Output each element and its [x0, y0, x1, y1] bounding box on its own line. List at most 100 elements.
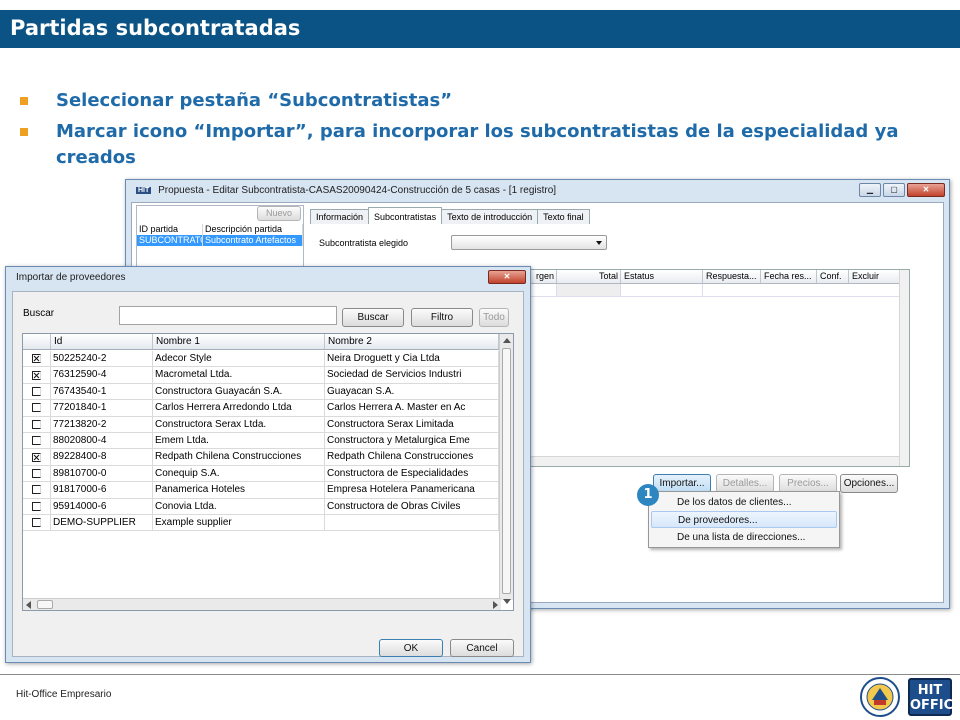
ok-button[interactable]: OK — [379, 639, 443, 657]
bullet-square-icon — [20, 97, 28, 105]
column-header[interactable]: Conf. — [817, 270, 849, 283]
scroll-thumb[interactable] — [502, 348, 511, 594]
column-header[interactable]: Total — [557, 270, 621, 283]
table-row[interactable]: 76743540-1 Constructora Guayacán S.A. Guay… — [23, 383, 499, 401]
row-checkbox[interactable] — [32, 436, 41, 446]
logo-text: HIT OFFICE — [910, 683, 960, 713]
table-row[interactable]: 77201840-1 Carlos Herrera Arredondo Ltda C… — [23, 400, 499, 417]
horizontal-scrollbar[interactable] — [23, 598, 501, 610]
footer-text: Hit-Office Empresario — [16, 689, 112, 700]
todo-button[interactable]: Todo — [479, 308, 509, 327]
vertical-scrollbar[interactable] — [499, 334, 513, 604]
scroll-down-icon[interactable] — [503, 599, 511, 604]
column-header-nombre1[interactable]: Nombre 1 — [153, 334, 325, 349]
row-checkbox[interactable] — [32, 419, 41, 429]
table-row[interactable]: 88020800-4 Emem Ltda. Constructora y Metal… — [23, 433, 499, 450]
cell-id: 77213820-2 — [51, 416, 153, 432]
select-cell — [23, 383, 51, 400]
table-row[interactable]: 76312590-4 Macrometal Ltda. Sociedad de Se… — [23, 367, 499, 384]
select-cell — [23, 515, 51, 531]
select-cell — [23, 465, 51, 482]
select-cell — [23, 482, 51, 498]
column-header[interactable]: ID partida — [137, 224, 203, 235]
column-header[interactable]: rgen — [533, 270, 557, 283]
slide-title: Partidas subcontratadas — [10, 16, 301, 40]
table-row[interactable]: 50225240-2 Adecor Style Neira Droguett y C… — [23, 351, 499, 368]
select-cell — [23, 433, 51, 449]
table-row[interactable]: 91817000-6 Panamerica Hoteles Empresa Hote… — [23, 482, 499, 499]
menu-item-direcciones[interactable]: De una lista de direcciones... — [651, 529, 837, 546]
tab-texto-introduccion[interactable]: Texto de introducción — [441, 209, 539, 224]
tab-informacion[interactable]: Información — [310, 209, 370, 224]
column-header[interactable]: Respuesta... — [703, 270, 761, 283]
column-header[interactable]: Fecha res... — [761, 270, 817, 283]
vertical-scrollbar[interactable] — [899, 270, 909, 466]
table-row[interactable]: 77213820-2 Constructora Serax Ltda. Constr… — [23, 416, 499, 433]
cancel-button[interactable]: Cancel — [450, 639, 514, 657]
scroll-thumb[interactable] — [37, 600, 53, 609]
cell-nombre2: Redpath Chilena Construcciones — [325, 449, 499, 465]
row-checkbox[interactable] — [32, 485, 41, 495]
search-input[interactable] — [119, 306, 337, 325]
table-row[interactable]: 95914000-6 Conovia Ltda. Constructora de O… — [23, 498, 499, 515]
table-row[interactable]: 89810700-0 Conequip S.A. Constructora de E… — [23, 465, 499, 483]
window-title: Propuesta - Editar Subcontratista-CASAS2… — [158, 185, 557, 196]
scroll-left-icon[interactable] — [26, 601, 31, 609]
select-column-header — [23, 334, 51, 349]
window-titlebar: HIT Propuesta - Editar Subcontratista-CA… — [126, 180, 949, 202]
column-header-id[interactable]: Id — [51, 334, 153, 349]
row-checkbox[interactable] — [32, 452, 41, 462]
scroll-right-icon[interactable] — [493, 601, 498, 609]
tab-subcontratistas[interactable]: Subcontratistas — [368, 207, 443, 224]
partidas-grid: ID partida Descripción partida SUBCONTRA… — [137, 224, 303, 246]
proveedores-grid: Id Nombre 1 Nombre 2 50225240-2 Adecor St… — [22, 333, 514, 611]
grid-header: Id Nombre 1 Nombre 2 — [23, 334, 499, 350]
scroll-up-icon[interactable] — [503, 338, 511, 343]
column-header[interactable]: Estatus — [621, 270, 703, 283]
cell-nombre1: Macrometal Ltda. — [153, 367, 325, 383]
row-checkbox[interactable] — [32, 403, 41, 413]
column-header-nombre2[interactable]: Nombre 2 — [325, 334, 499, 349]
table-cell — [557, 284, 621, 296]
select-cell — [23, 400, 51, 416]
buscar-button[interactable]: Buscar — [342, 308, 404, 327]
maximize-icon[interactable]: ▢ — [883, 183, 905, 197]
title-bar: Partidas subcontratadas — [0, 10, 960, 48]
cell-nombre1: Adecor Style — [153, 351, 325, 367]
select-cell — [23, 498, 51, 514]
select-cell — [23, 367, 51, 383]
partidas-header: ID partida Descripción partida — [137, 224, 303, 235]
tab-texto-final[interactable]: Texto final — [537, 209, 590, 224]
row-checkbox[interactable] — [32, 354, 41, 364]
row-checkbox[interactable] — [32, 468, 41, 478]
table-cell — [621, 284, 703, 296]
table-cell: Subcontrato Artefactos — [203, 235, 303, 246]
table-row[interactable]: SUBCONTRATO Subcontrato Artefactos — [137, 235, 303, 246]
select-cell — [23, 416, 51, 432]
close-icon[interactable]: ✕ — [907, 183, 945, 197]
filtro-button[interactable]: Filtro — [411, 308, 473, 327]
row-checkbox[interactable] — [32, 370, 41, 380]
cell-nombre2: Neira Droguett y Cia Ltda — [325, 351, 499, 367]
menu-item-proveedores[interactable]: De proveedores... — [651, 511, 837, 528]
tab-strip: Información Subcontratistas Texto de int… — [310, 207, 590, 225]
cell-nombre2: Carlos Herrera A. Master en Ac — [325, 400, 499, 416]
cell-nombre1: Constructora Guayacán S.A. — [153, 383, 325, 400]
table-row[interactable]: 89228400-8 Redpath Chilena Construcciones… — [23, 449, 499, 466]
nuevo-button[interactable]: Nuevo — [257, 206, 301, 221]
row-checkbox[interactable] — [32, 386, 41, 396]
menu-item-clientes[interactable]: De los datos de clientes... — [651, 494, 837, 511]
cell-nombre1: Redpath Chilena Construcciones — [153, 449, 325, 465]
subcontratista-select[interactable] — [451, 235, 607, 250]
minimize-icon[interactable]: ▁ — [859, 183, 881, 197]
cell-id: 88020800-4 — [51, 433, 153, 449]
cell-nombre2: Constructora Serax Limitada — [325, 416, 499, 432]
table-row[interactable]: DEMO-SUPPLIER Example supplier — [23, 515, 499, 532]
row-checkbox[interactable] — [32, 518, 41, 528]
cell-nombre2: Constructora de Obras Civiles — [325, 498, 499, 514]
close-icon[interactable]: ✕ — [488, 270, 526, 284]
column-header[interactable]: Descripción partida — [203, 224, 303, 235]
cell-id: 76743540-1 — [51, 383, 153, 400]
row-checkbox[interactable] — [32, 501, 41, 511]
opciones-button[interactable]: Opciones... — [840, 474, 898, 493]
